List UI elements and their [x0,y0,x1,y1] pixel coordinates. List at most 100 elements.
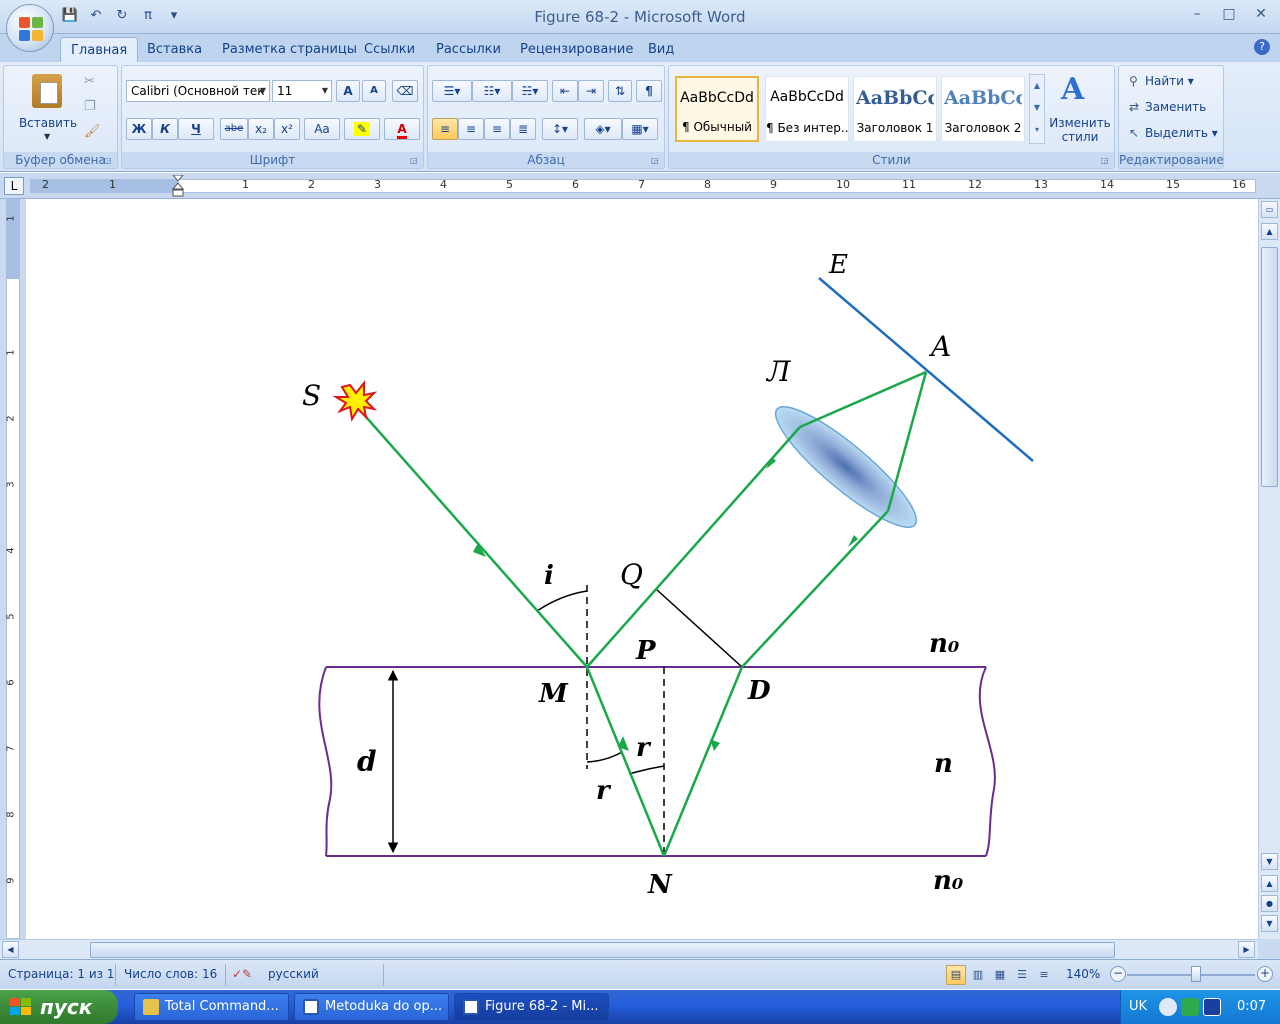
style-heading-2[interactable]: AaBbCc Заголовок 2 [941,76,1025,142]
scroll-right-icon[interactable]: ▶ [1238,941,1255,958]
find-button[interactable]: ⚲ Найти ▾ [1129,74,1194,88]
shrink-font-button[interactable]: A [362,80,386,102]
styles-launcher-icon[interactable]: ◲ [1101,156,1111,166]
full-screen-reading-icon[interactable]: ▥ [968,965,988,985]
tab-mailings[interactable]: Рассылки [426,37,511,62]
select-button[interactable]: ↖ Выделить ▾ [1129,126,1218,140]
tab-home[interactable]: Главная [60,37,139,62]
next-page-icon[interactable]: ▼ [1261,915,1278,932]
paragraph-launcher-icon[interactable]: ◲ [651,156,661,166]
align-right-icon[interactable]: ≡ [484,118,510,140]
bold-button[interactable]: Ж [126,118,152,140]
clear-format-icon[interactable]: ⌫ [392,80,418,102]
horizontal-scroll-thumb[interactable] [90,942,1115,958]
taskbar-item-metoduka[interactable]: Metoduka do op... [294,993,449,1021]
style-normal[interactable]: AaBbCcDd ¶ Обычный [675,76,759,142]
close-button[interactable]: ✕ [1250,4,1272,24]
tab-insert[interactable]: Вставка [137,37,212,62]
change-styles-button[interactable]: Изменить стили [1047,116,1113,144]
font-size-combo[interactable]: 11 ▼ [272,80,332,102]
borders-icon[interactable]: ▦▾ [622,118,658,140]
align-left-icon[interactable]: ≡ [432,118,458,140]
paste-dropdown-icon[interactable]: ▼ [44,132,50,141]
document-page[interactable]: S E A Л Q i P n₀ M D d r r n N n₀ [26,199,1258,939]
ruler-number: 2 [308,178,315,191]
styles-scroll[interactable]: ▲ ▼ ▾ [1029,74,1045,144]
zoom-out-icon[interactable]: − [1110,966,1126,982]
show-formatting-button[interactable]: ¶ [636,80,662,102]
subscript-button[interactable]: x₂ [248,118,274,140]
increase-indent-icon[interactable]: ⇥ [578,80,604,102]
underline-button[interactable]: Ч [178,118,214,140]
scroll-down-icon[interactable]: ▼ [1261,853,1278,870]
bullets-icon[interactable]: ☰▾ [432,80,472,102]
draft-view-icon[interactable]: ≡ [1034,965,1054,985]
highlight-icon[interactable]: ✎ [344,118,380,140]
font-color-icon[interactable]: A [384,118,420,140]
style-heading-1[interactable]: AaBbCc Заголовок 1 [853,76,937,142]
tab-view[interactable]: Вид [638,37,684,62]
grow-font-button[interactable]: A [336,80,360,102]
tab-review[interactable]: Рецензирование [510,37,643,62]
proofing-icon[interactable]: ✓✎ [232,967,252,981]
help-icon[interactable]: ? [1254,39,1270,55]
print-layout-view-icon[interactable]: ▤ [946,965,966,985]
sort-icon[interactable]: ⇅ [608,80,632,102]
tab-selector[interactable]: L [4,177,24,195]
browse-object-icon[interactable]: ● [1261,895,1278,912]
clipboard-launcher-icon[interactable]: ◲ [104,156,114,166]
minimize-button[interactable]: – [1186,4,1208,24]
justify-icon[interactable]: ≣ [510,118,536,140]
language-indicator[interactable]: русский [268,967,319,981]
paste-icon[interactable] [32,74,62,108]
zoom-level[interactable]: 140% [1066,967,1100,981]
scroll-left-icon[interactable]: ◀ [2,941,19,958]
change-case-button[interactable]: Aa [304,118,340,140]
word-count[interactable]: Число слов: 16 [124,967,217,981]
outline-view-icon[interactable]: ☰ [1012,965,1032,985]
start-button[interactable]: пуск [0,990,118,1024]
vertical-scroll-thumb[interactable] [1261,247,1278,487]
superscript-button[interactable]: x² [274,118,300,140]
font-name-combo[interactable]: Calibri (Основной тек ▼ [126,80,270,102]
taskbar-item-figure[interactable]: Figure 68-2 - Mi... [454,993,609,1021]
maximize-button[interactable]: □ [1218,4,1240,24]
scroll-up-icon[interactable]: ▲ [1261,223,1278,240]
page-count[interactable]: Страница: 1 из 1 [8,967,114,981]
indent-marker-icon[interactable] [171,174,185,197]
align-center-icon[interactable]: ≡ [458,118,484,140]
prev-page-icon[interactable]: ▲ [1261,875,1278,892]
tray-arrow-icon[interactable] [1159,998,1177,1016]
keyboard-language[interactable]: UK [1129,999,1147,1014]
scroll-split-icon[interactable]: ▭ [1261,201,1278,218]
horizontal-scrollbar[interactable]: ◀ ▶ [0,939,1258,959]
font-launcher-icon[interactable]: ◲ [410,156,420,166]
style-no-spacing[interactable]: AaBbCcDd ¶ Без интер... [765,76,849,142]
change-styles-icon[interactable]: A [1061,72,1084,107]
clock[interactable]: 0:07 [1237,999,1266,1014]
line-spacing-icon[interactable]: ↕▾ [542,118,578,140]
italic-button[interactable]: К [152,118,178,140]
tab-page-layout[interactable]: Разметка страницы [212,37,367,62]
multilevel-list-icon[interactable]: ☵▾ [512,80,548,102]
vertical-scrollbar[interactable]: ▭ ▲ ▼ ▲ ● ▼ [1258,199,1280,939]
shading-icon[interactable]: ◈▾ [584,118,622,140]
horizontal-ruler[interactable]: L 2 1 1 2 3 4 5 6 7 8 9 10 11 12 13 14 15 16 [0,173,1280,199]
replace-button[interactable]: ⇄ Заменить [1129,100,1206,114]
format-painter-icon[interactable]: 🖌 [84,124,101,139]
vertical-ruler[interactable]: 1 1 2 3 4 5 6 7 8 9 [0,199,26,939]
cut-icon[interactable]: ✂ [84,74,95,89]
zoom-slider-thumb[interactable] [1191,966,1201,982]
tray-app-icon[interactable] [1181,998,1199,1016]
web-layout-icon[interactable]: ▦ [990,965,1010,985]
zoom-in-icon[interactable]: + [1257,966,1273,982]
tab-references[interactable]: Ссылки [354,37,425,62]
tray-media-icon[interactable] [1203,998,1221,1016]
office-button[interactable] [6,4,54,52]
numbering-icon[interactable]: ☷▾ [472,80,512,102]
paste-button[interactable]: Вставить [18,116,78,130]
copy-icon[interactable]: ❐ [84,99,96,114]
decrease-indent-icon[interactable]: ⇤ [552,80,578,102]
strikethrough-button[interactable]: abe [220,118,248,140]
taskbar-item-total-commander[interactable]: Total Command... [134,993,289,1021]
